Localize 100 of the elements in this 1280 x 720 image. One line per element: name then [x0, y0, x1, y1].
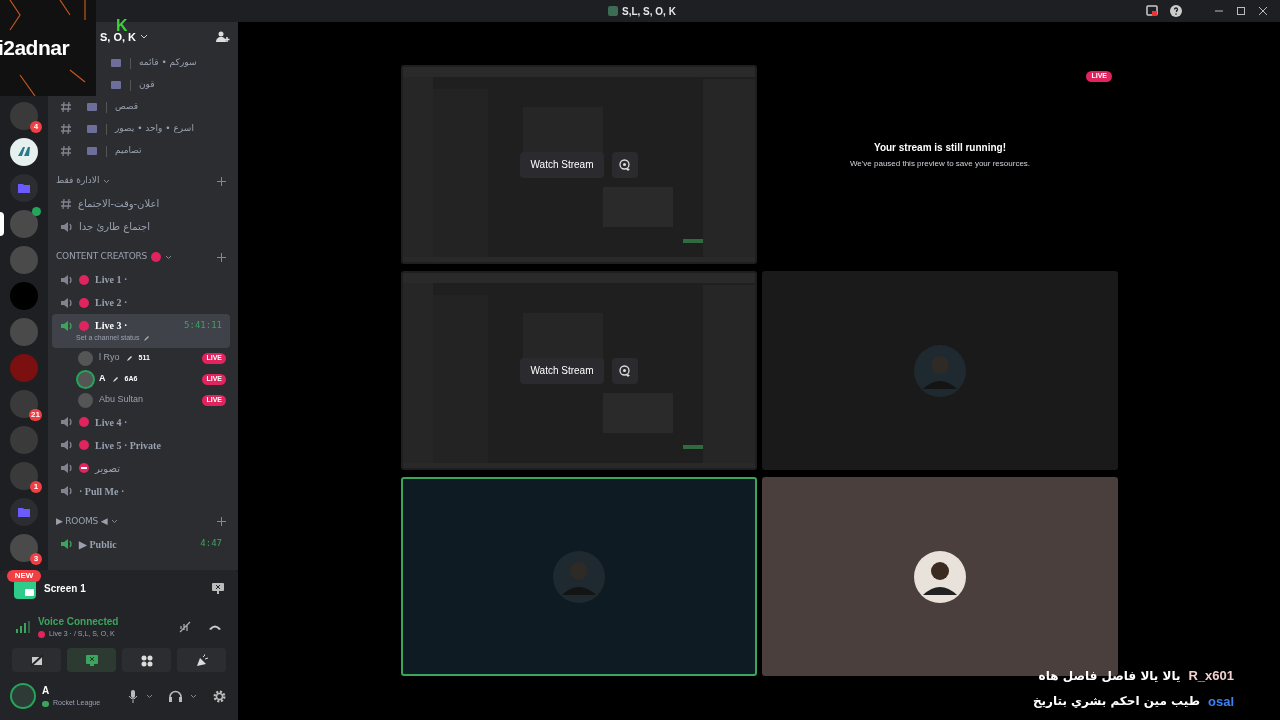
- chevron-down-icon[interactable]: [165, 254, 172, 260]
- maximize-icon[interactable]: [1236, 6, 1246, 16]
- category-header[interactable]: الادارة فقط: [56, 174, 100, 188]
- watch-stream-button[interactable]: Watch Stream: [519, 357, 605, 384]
- help-icon[interactable]: [1170, 5, 1182, 17]
- pencil-icon: [125, 354, 133, 362]
- screen-icon: [84, 653, 99, 667]
- call-timer: 4:47: [200, 537, 222, 551]
- channel-name: Live 2 ·: [95, 296, 128, 310]
- microphone-icon[interactable]: [128, 689, 138, 703]
- paused-message: We've paused this preview to save your resources.: [849, 157, 1031, 170]
- channel-item[interactable]: اعلان-وقت-الاجتماع: [52, 192, 230, 215]
- channel-item[interactable]: Live 4 ·: [52, 410, 230, 434]
- stream-title: Screen 1: [44, 581, 86, 596]
- user-avatar: [553, 550, 605, 603]
- pencil-icon: [111, 375, 119, 383]
- noise-suppression-icon[interactable]: [178, 620, 192, 634]
- channel-name: Live 3 ·: [95, 319, 128, 333]
- channel-name: Live 4 ·: [95, 415, 128, 430]
- chevron-down-icon[interactable]: [140, 34, 149, 40]
- server-icon[interactable]: [10, 138, 38, 166]
- add-channel-icon[interactable]: [217, 176, 226, 186]
- folder-icon: [18, 507, 30, 517]
- chevron-down-icon[interactable]: [146, 693, 153, 699]
- channel-name: Live 1 ·: [95, 273, 128, 287]
- popout-button[interactable]: [612, 151, 639, 178]
- soundboard-icon: [194, 653, 209, 667]
- folder-icon: [18, 183, 30, 193]
- user-name: A: [42, 684, 51, 699]
- channel-item[interactable]: اجتماع طارئ جدا: [52, 215, 230, 238]
- close-icon[interactable]: [1258, 6, 1268, 16]
- channel-item[interactable]: قصص: [52, 96, 230, 118]
- paused-title: Your stream is still running!: [873, 140, 1006, 155]
- video-tile[interactable]: [762, 271, 1118, 470]
- channel-item[interactable]: Live 1 ·: [52, 268, 230, 291]
- chat-message: يالا يالا فاصل فاصل هاه: [1038, 667, 1181, 685]
- server-icon[interactable]: [10, 390, 38, 418]
- camera-icon: [29, 653, 44, 667]
- channel-name: قصص: [115, 100, 139, 114]
- channel-item[interactable]: اسرع • واحد • يصور: [52, 118, 230, 140]
- logo-icon: [16, 146, 32, 158]
- chat-username: osal: [1208, 692, 1234, 711]
- add-channel-icon[interactable]: [217, 252, 226, 262]
- hash-icon: [60, 123, 72, 135]
- screen-button[interactable]: [67, 648, 116, 672]
- chevron-down-icon[interactable]: [103, 178, 111, 184]
- channel-item[interactable]: قون: [96, 74, 230, 96]
- channel-item[interactable]: Live 2 ·: [52, 291, 230, 314]
- channel-item[interactable]: تصوير: [52, 456, 230, 480]
- stop-stream-icon[interactable]: [212, 582, 224, 594]
- user-name: A: [99, 372, 106, 386]
- watch-icon: [619, 364, 632, 377]
- circle-emoji-icon: [38, 631, 45, 638]
- camera-button[interactable]: [12, 648, 61, 672]
- channel-item[interactable]: Live 5 · Private: [52, 433, 230, 457]
- activity-icon: [139, 653, 154, 667]
- channel-item[interactable]: سوركم • قائمه: [96, 52, 230, 74]
- popout-button[interactable]: [612, 357, 639, 384]
- channel-name: اسرع • واحد • يصور: [115, 122, 194, 136]
- chevron-down-icon[interactable]: [111, 519, 119, 524]
- video-tile[interactable]: Watch Stream: [401, 65, 757, 264]
- signal-icon: [16, 621, 30, 633]
- category-header[interactable]: CONTENT CREATORS: [56, 250, 147, 264]
- channel-name: سوركم • قائمه: [139, 56, 197, 70]
- watch-stream-button[interactable]: Watch Stream: [519, 151, 605, 178]
- soundboard-button[interactable]: [177, 648, 226, 672]
- pencil-icon[interactable]: [143, 334, 151, 342]
- channel-item[interactable]: ▶ Public 4:47: [52, 532, 230, 556]
- selected-indicator: [0, 212, 4, 236]
- inbox-icon[interactable]: [1146, 5, 1158, 17]
- emoji-icon: [110, 57, 122, 69]
- call-timer: 5:41:11: [184, 318, 222, 332]
- chevron-down-icon[interactable]: [190, 693, 197, 699]
- disconnect-icon[interactable]: [208, 623, 222, 631]
- emoji-icon: [86, 145, 98, 157]
- activity-button[interactable]: [122, 648, 171, 672]
- emoji-icon: [86, 123, 98, 135]
- invite-icon[interactable]: [216, 31, 230, 43]
- chat-message: طيب مين احكم بشري بتاريخ: [1032, 693, 1200, 711]
- settings-icon[interactable]: [213, 689, 226, 703]
- channel-item[interactable]: · Pull Me ·: [52, 479, 230, 503]
- logo-text: i2adnar: [0, 35, 70, 62]
- window-title: S,L, S, O, K: [622, 4, 676, 19]
- unread-badge: 3: [30, 553, 42, 565]
- add-channel-icon[interactable]: [217, 517, 226, 526]
- channel-name: تصوير: [95, 461, 120, 476]
- channel-name: · Pull Me ·: [79, 484, 125, 499]
- channel-name: اجتماع طارئ جدا: [79, 220, 150, 234]
- category-header[interactable]: ▶ ROOMS ◀: [56, 514, 108, 529]
- video-tile[interactable]: [401, 477, 757, 676]
- hash-icon: [60, 145, 72, 157]
- hash-icon: [60, 101, 72, 113]
- emoji-icon: [110, 79, 122, 91]
- channel-item[interactable]: تصاميم: [52, 140, 230, 162]
- watch-icon: [619, 158, 632, 171]
- video-tile[interactable]: Watch Stream: [401, 271, 757, 470]
- headphones-icon[interactable]: [169, 690, 182, 702]
- user-avatar: [914, 550, 966, 603]
- server-icon[interactable]: [10, 534, 38, 562]
- user-avatar[interactable]: [12, 685, 34, 707]
